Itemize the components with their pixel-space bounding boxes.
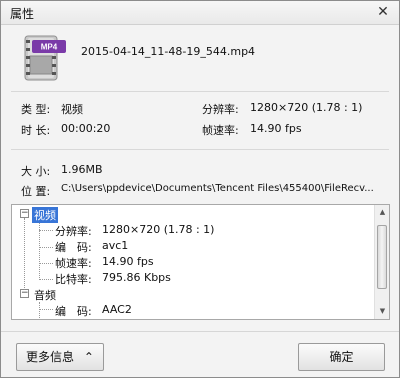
tree-item-value: avc1 (102, 239, 129, 252)
collapse-icon[interactable]: − (20, 209, 29, 218)
tree-guide (39, 309, 53, 310)
ok-button[interactable]: 确定 (298, 343, 385, 371)
divider (11, 149, 389, 150)
tree-item-label: 分辨率: (55, 225, 92, 238)
tree-guide (39, 279, 53, 280)
tree-item-value: 1280×720 (1.78 : 1) (102, 223, 215, 236)
resolution-value: 1280×720 (1.78 : 1) (250, 101, 363, 114)
properties-dialog: 属性 ✕ MP4 2015-04-14_11-48-19_544.mp4 类 型… (0, 0, 400, 378)
divider (11, 91, 389, 92)
chevron-up-icon: ⌃ (83, 350, 94, 364)
tree-item-label: 帧速率: (55, 257, 92, 270)
tree-guide (39, 302, 40, 318)
collapse-icon[interactable]: − (20, 289, 29, 298)
file-name: 2015-04-14_11-48-19_544.mp4 (81, 45, 256, 58)
tree-guide (39, 220, 40, 280)
tree-guide (24, 218, 25, 290)
tree-item-label: 编 码: (55, 305, 92, 318)
tree-guide (39, 247, 53, 248)
dialog-title: 属性 (10, 7, 35, 21)
location-label: 位 置: (21, 185, 51, 198)
duration-value: 00:00:20 (61, 122, 111, 135)
type-value: 视频 (61, 103, 83, 116)
scroll-up-icon[interactable]: ▲ (375, 205, 389, 220)
size-value: 1.96MB (61, 163, 103, 176)
tree-category-video[interactable]: 视频 (32, 207, 58, 223)
scroll-down-icon[interactable]: ▼ (375, 304, 389, 319)
tree-item-label: 编 码: (55, 241, 92, 254)
type-label: 类 型: (21, 103, 51, 116)
divider (1, 331, 399, 332)
tree-item-value: AAC2 (102, 303, 132, 316)
video-file-icon: MP4 (24, 35, 66, 81)
scrollbar-thumb[interactable] (377, 225, 387, 289)
location-value: C:\Users\ppdevice\Documents\Tencent File… (61, 183, 374, 194)
tree-item-value: 795.86 Kbps (102, 271, 171, 284)
more-info-button[interactable]: 更多信息 ⌃ (16, 343, 104, 371)
tree-guide (39, 263, 53, 264)
tree-guide (39, 230, 53, 231)
resolution-label: 分辨率: (202, 103, 239, 116)
ok-label: 确定 (329, 350, 354, 364)
vertical-scrollbar[interactable]: ▲ ▼ (374, 205, 389, 319)
close-icon[interactable]: ✕ (375, 4, 391, 20)
tree-item-label: 比特率: (55, 273, 92, 286)
mp4-badge-text: MP4 (41, 43, 58, 52)
framerate-label: 帧速率: (202, 124, 239, 137)
title-bar[interactable]: 属性 ✕ (1, 1, 399, 25)
media-info-tree[interactable]: − 视频 分辨率: 1280×720 (1.78 : 1) 编 码: avc1 … (11, 204, 390, 320)
tree-category-audio[interactable]: 音频 (34, 287, 56, 303)
framerate-value: 14.90 fps (250, 122, 302, 135)
size-label: 大 小: (21, 165, 51, 178)
duration-label: 时 长: (21, 124, 51, 137)
more-info-label: 更多信息 (26, 350, 75, 364)
tree-item-value: 14.90 fps (102, 255, 154, 268)
